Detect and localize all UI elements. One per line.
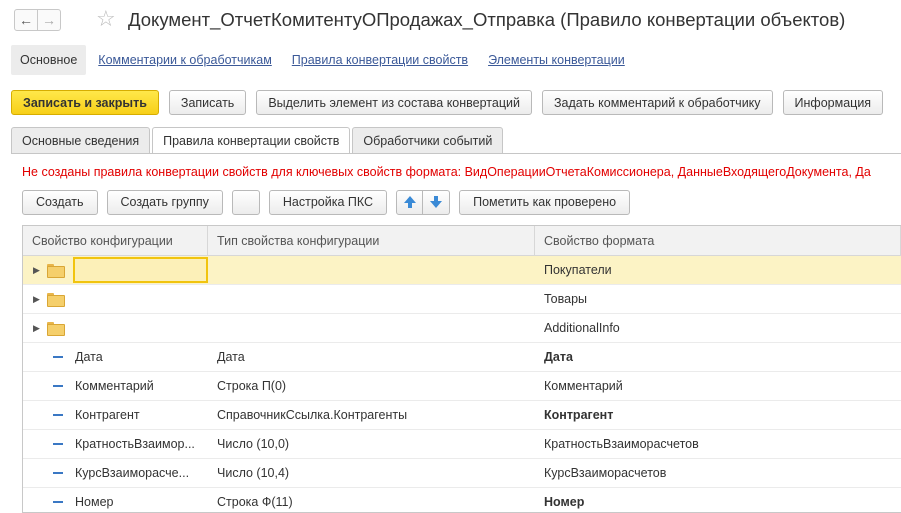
info-button[interactable]: Информация	[782, 90, 884, 115]
move-buttons	[396, 189, 451, 215]
table-row[interactable]: Контрагент СправочникСсылка.Контрагенты …	[23, 401, 901, 430]
cell-format-property: Товары	[544, 292, 587, 306]
back-button[interactable]: ←	[14, 9, 38, 31]
cell-config-type: Строка П(0)	[217, 379, 287, 393]
cell-format-property: Контрагент	[544, 408, 614, 422]
expand-triangle-icon[interactable]: ▶	[33, 294, 45, 305]
property-dash-icon	[53, 501, 63, 503]
cell-config-type	[208, 314, 535, 342]
nav-item-conversion-elements[interactable]: Элементы конвертации	[488, 53, 625, 67]
nav-item-main[interactable]: Основное	[11, 45, 87, 75]
property-dash-icon	[53, 385, 63, 387]
pks-settings-button[interactable]: Настройка ПКС	[268, 189, 388, 215]
table-toolbar: Создать Создать группу Настройка ПКС Пом…	[22, 189, 639, 215]
expand-triangle-icon[interactable]: ▶	[33, 323, 45, 334]
cell-config-type: Дата	[217, 350, 245, 364]
nav-item-handler-comments[interactable]: Комментарии к обработчикам	[98, 53, 272, 67]
title-bar: ← → ☆ Документ_ОтчетКомитентуОПродажах_О…	[0, 0, 901, 42]
table-row[interactable]: КурсВзаиморасче... Число (10,4) КурсВзаи…	[23, 459, 901, 488]
save-button[interactable]: Записать	[168, 90, 247, 115]
cell-config-type: СправочникСсылка.Контрагенты	[217, 408, 408, 422]
add-copy-button[interactable]	[231, 189, 260, 215]
cell-format-property: Комментарий	[544, 379, 623, 393]
tab-property-rules[interactable]: Правила конвертации свойств	[152, 127, 351, 154]
cell-format-property: Номер	[544, 495, 585, 509]
warning-message: Не созданы правила конвертации свойств д…	[22, 165, 871, 179]
cell-config-property: Контрагент	[75, 408, 140, 422]
column-header-format-property[interactable]: Свойство формата	[535, 226, 901, 255]
mark-checked-button[interactable]: Пометить как проверено	[459, 189, 631, 215]
table-row[interactable]: ▶ Покупатели	[23, 256, 901, 285]
cell-format-property: КурсВзаиморасчетов	[544, 466, 667, 480]
cell-config-property: Комментарий	[75, 379, 154, 393]
folder-icon	[47, 264, 65, 278]
save-and-close-button[interactable]: Записать и закрыть	[11, 90, 159, 115]
property-dash-icon	[53, 443, 63, 445]
cell-config-property: КратностьВзаимор...	[75, 437, 195, 451]
folder-icon	[47, 293, 65, 307]
property-dash-icon	[53, 414, 63, 416]
column-header-config-type[interactable]: Тип свойства конфигурации	[208, 226, 535, 255]
property-dash-icon	[53, 472, 63, 474]
cell-format-property: КратностьВзаиморасчетов	[544, 437, 699, 451]
cell-format-property: AdditionalInfo	[544, 321, 620, 335]
add-handler-comment-button[interactable]: Задать комментарий к обработчику	[541, 90, 773, 115]
table-row[interactable]: Номер Строка Ф(11) Номер	[23, 488, 901, 512]
table-row[interactable]: КратностьВзаимор... Число (10,0) Кратнос…	[23, 430, 901, 459]
table-row[interactable]: Комментарий Строка П(0) Комментарий	[23, 372, 901, 401]
cell-config-property: Дата	[75, 350, 103, 364]
folder-icon	[47, 322, 65, 336]
create-button[interactable]: Создать	[22, 189, 98, 215]
cell-config-type: Строка Ф(11)	[217, 495, 293, 509]
arrow-right-icon: →	[42, 12, 56, 28]
cell-config-type	[208, 256, 535, 284]
window-title: Документ_ОтчетКомитентуОПродажах_Отправк…	[128, 9, 846, 30]
nav-item-property-rules[interactable]: Правила конвертации свойств	[292, 53, 468, 67]
cell-config-property: Номер	[75, 495, 114, 509]
cell-config-type	[208, 285, 535, 313]
table-header: Свойство конфигурации Тип свойства конфи…	[23, 226, 901, 256]
expand-triangle-icon[interactable]: ▶	[33, 265, 45, 276]
table-row[interactable]: ▶ Товары	[23, 285, 901, 314]
tab-event-handlers[interactable]: Обработчики событий	[352, 127, 504, 154]
property-rules-table: Свойство конфигурации Тип свойства конфи…	[22, 225, 901, 513]
command-bar: Записать и закрыть Записать Выделить эле…	[11, 90, 893, 116]
cell-config-property: КурсВзаиморасче...	[75, 466, 190, 480]
tab-divider	[11, 153, 901, 154]
arrow-left-icon: ←	[19, 12, 33, 28]
create-group-button[interactable]: Создать группу	[106, 189, 223, 215]
cell-config-type: Число (10,0)	[217, 437, 290, 451]
cell-format-property: Дата	[544, 350, 573, 364]
select-element-button[interactable]: Выделить элемент из состава конвертаций	[256, 90, 532, 115]
table-row[interactable]: Дата Дата Дата	[23, 343, 901, 372]
move-down-button[interactable]	[423, 189, 451, 215]
table-row[interactable]: ▶ AdditionalInfo	[23, 314, 901, 343]
property-dash-icon	[53, 356, 63, 358]
tab-main-info[interactable]: Основные сведения	[11, 127, 151, 154]
arrow-up-icon	[403, 196, 416, 208]
forward-button[interactable]: →	[37, 9, 61, 31]
tab-strip: Основные сведения Правила конвертации св…	[11, 127, 505, 154]
cell-editor[interactable]	[73, 257, 208, 283]
column-header-config-property[interactable]: Свойство конфигурации	[23, 226, 208, 255]
cell-format-property: Покупатели	[544, 263, 612, 277]
arrow-down-icon	[430, 196, 443, 208]
form-navigation-panel: Основное Комментарии к обработчикам Прав…	[11, 44, 645, 76]
move-up-button[interactable]	[396, 189, 424, 215]
star-icon[interactable]: ☆	[96, 6, 116, 32]
cell-config-type: Число (10,4)	[217, 466, 290, 480]
